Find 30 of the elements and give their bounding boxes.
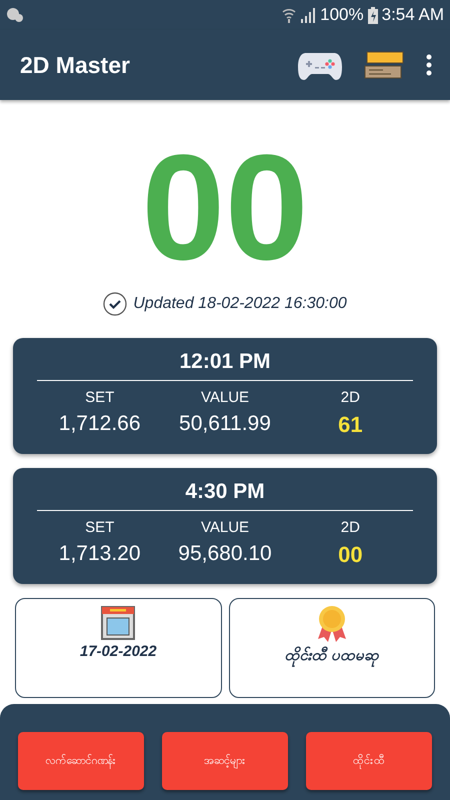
session-time: 12:01 PM — [37, 350, 413, 381]
column-label: SET — [84, 389, 116, 406]
app-title: 2D Master — [20, 52, 131, 78]
signal-icon — [300, 7, 316, 23]
calendar-icon — [100, 605, 136, 641]
check-icon — [103, 292, 128, 316]
clock-time: 3:54 AM — [382, 5, 444, 25]
market-value: 95,680.10 — [177, 542, 273, 567]
set-value: 1,713.20 — [58, 542, 142, 567]
menu-button[interactable]: ထိုင်းထီ — [306, 732, 432, 790]
column-label: 2D — [340, 519, 361, 536]
column-label: SET — [84, 519, 116, 536]
notification-icon — [6, 7, 24, 23]
wifi-icon — [282, 7, 296, 23]
updated-text: Updated 18-02-2022 16:30:00 — [133, 295, 347, 313]
result-number: 00 — [140, 132, 310, 282]
battery-icon — [368, 6, 378, 24]
session-time: 4:30 PM — [37, 480, 413, 511]
battery-percent: 100% — [320, 5, 364, 25]
set-value: 1,712.66 — [58, 412, 142, 437]
menu-button[interactable]: အဆင့်များ — [162, 732, 288, 790]
menu-button[interactable]: လက်ဆောင်ဂဏန်း — [18, 732, 144, 790]
column-label: VALUE — [200, 519, 250, 536]
column-label: VALUE — [200, 389, 250, 406]
column-label: 2D — [340, 389, 361, 406]
twod-number: 61 — [337, 412, 364, 438]
twod-number: 00 — [337, 542, 364, 568]
market-value: 50,611.99 — [178, 412, 272, 437]
tile-caption: 17-02-2022 — [80, 643, 157, 660]
tile-caption: ထိုင်းထီ ပထမဆု — [284, 645, 379, 667]
